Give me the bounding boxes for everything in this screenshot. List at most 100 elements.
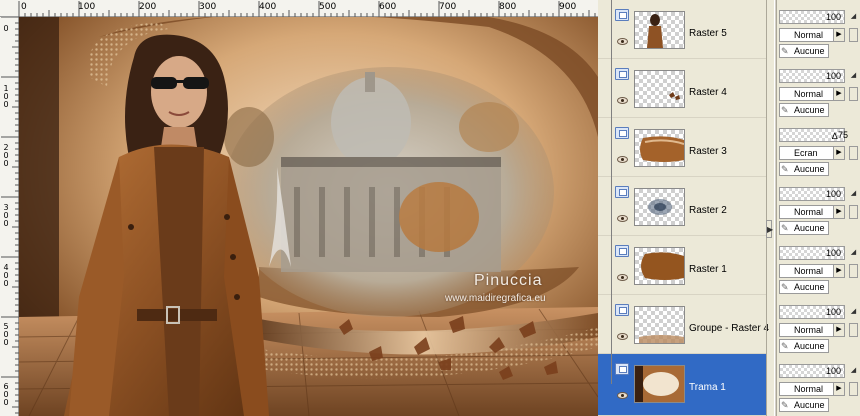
dropdown-arrow-icon[interactable]: ▶ xyxy=(833,383,844,395)
layer-row-raster-5[interactable]: Raster 5 xyxy=(598,0,766,59)
layer-row-raster-3[interactable]: Raster 3 xyxy=(598,118,766,177)
layer-row-trama-1[interactable]: Trama 1 xyxy=(598,354,766,416)
opacity-value: 75 xyxy=(837,130,848,140)
slider-handle-icon[interactable]: ◢ xyxy=(849,187,858,201)
layer-type-icon xyxy=(615,304,629,316)
lock-button[interactable] xyxy=(849,264,858,278)
eye-icon[interactable] xyxy=(617,156,628,163)
opacity-slider[interactable]: 100 xyxy=(779,69,845,83)
canvas-area[interactable]: 0 100 200 300 400 500 600 700 800 900 0 … xyxy=(0,0,598,416)
lock-button[interactable] xyxy=(849,28,858,42)
eye-icon[interactable] xyxy=(617,333,628,340)
layer-type-icon xyxy=(615,363,629,375)
mask-value: Aucune xyxy=(794,105,825,115)
blend-mode-value: Normal xyxy=(794,266,824,276)
mask-selector[interactable]: ✎ Aucune xyxy=(779,398,829,412)
slider-handle-icon[interactable]: ◢ xyxy=(849,10,858,24)
opacity-slider[interactable]: 100 xyxy=(779,246,845,260)
artwork-illustration xyxy=(18,9,598,416)
eye-icon[interactable] xyxy=(617,97,628,104)
mask-selector[interactable]: ✎ Aucune xyxy=(779,280,829,294)
blend-mode-value: Ecran xyxy=(794,148,818,158)
layer-props-raster-1: 100 ◢ Normal ▶ ✎ Aucune xyxy=(777,236,860,295)
slider-handle-icon[interactable]: ◢ xyxy=(849,69,858,83)
mask-selector[interactable]: ✎ Aucune xyxy=(779,339,829,353)
layer-row-raster-4[interactable]: Raster 4 xyxy=(598,59,766,118)
opacity-slider[interactable]: 100 xyxy=(779,305,845,319)
collapse-arrow-button[interactable]: ▶ xyxy=(766,220,774,238)
layer-type-icon xyxy=(615,127,629,139)
ruler-label: 200 xyxy=(3,143,9,168)
blend-mode-value: Normal xyxy=(794,89,824,99)
ruler-label: 600 xyxy=(3,382,9,407)
psp-workspace: 0 100 200 300 400 500 600 700 800 900 0 … xyxy=(0,0,860,416)
opacity-slider[interactable]: 100 xyxy=(779,10,845,24)
opacity-slider[interactable]: 100 xyxy=(779,364,845,378)
tree-line xyxy=(611,295,612,354)
dropdown-arrow-icon[interactable]: ▶ xyxy=(833,206,844,218)
watermark-url: www.maidiregrafica.eu xyxy=(445,293,546,304)
blend-mode-select[interactable]: Normal ▶ xyxy=(779,205,845,219)
dropdown-arrow-icon[interactable]: ▶ xyxy=(833,147,844,159)
layer-row-groupe-raster-4[interactable]: Groupe - Raster 4 xyxy=(598,295,769,354)
mask-value: Aucune xyxy=(794,223,825,233)
mask-selector[interactable]: ✎ Aucune xyxy=(779,103,829,117)
layer-list: Raster 5 Raster 4 Raster 3 Raster 2 Rast… xyxy=(598,0,769,416)
thumb-brown-arc xyxy=(640,136,684,162)
lock-button[interactable] xyxy=(849,323,858,337)
dropdown-arrow-icon[interactable]: ▶ xyxy=(833,29,844,41)
thumb-leaves-bottom xyxy=(639,335,684,343)
dropdown-arrow-icon[interactable]: ▶ xyxy=(833,265,844,277)
blend-mode-select[interactable]: Ecran ▶ xyxy=(779,146,845,160)
thumb-background xyxy=(635,366,684,402)
tree-line xyxy=(611,118,612,177)
layer-props-raster-3: ∆ 75 Ecran ▶ ✎ Aucune xyxy=(777,118,860,177)
ruler-label: 700 xyxy=(439,2,457,12)
ruler-label: 500 xyxy=(3,322,9,347)
chevron-right-icon: ▶ xyxy=(767,225,774,234)
opacity-slider[interactable]: 100 xyxy=(779,187,845,201)
tree-line xyxy=(611,177,612,236)
blend-mode-value: Normal xyxy=(794,207,824,217)
mask-selector[interactable]: ✎ Aucune xyxy=(779,221,829,235)
blend-mode-select[interactable]: Normal ▶ xyxy=(779,87,845,101)
dropdown-arrow-icon[interactable]: ▶ xyxy=(833,88,844,100)
tree-line xyxy=(611,236,612,295)
mask-selector[interactable]: ✎ Aucune xyxy=(779,44,829,58)
opacity-value: 100 xyxy=(825,71,841,81)
lock-button[interactable] xyxy=(849,205,858,219)
opacity-value: 100 xyxy=(825,12,841,22)
lock-button[interactable] xyxy=(849,87,858,101)
slider-handle-icon[interactable]: ◢ xyxy=(849,246,858,260)
brush-icon: ✎ xyxy=(781,400,789,410)
layer-props-raster-4: 100 ◢ Normal ▶ ✎ Aucune xyxy=(777,59,860,118)
slider-handle-icon[interactable]: ◢ xyxy=(849,305,858,319)
blend-mode-select[interactable]: Normal ▶ xyxy=(779,28,845,42)
ruler-vertical: 0 100 200 300 400 500 600 xyxy=(0,17,19,416)
eye-icon[interactable] xyxy=(617,38,628,45)
eye-icon[interactable] xyxy=(617,274,628,281)
layer-props-raster-2: 100 ◢ Normal ▶ ✎ Aucune xyxy=(777,177,860,236)
layer-thumbnail xyxy=(634,306,685,344)
ruler-label: 300 xyxy=(199,2,217,12)
ruler-label: 300 xyxy=(3,203,9,228)
slider-handle-icon[interactable]: ∆ xyxy=(832,131,838,141)
slider-handle-icon[interactable]: ◢ xyxy=(849,364,858,378)
dropdown-arrow-icon[interactable]: ▶ xyxy=(833,324,844,336)
layer-name: Raster 2 xyxy=(689,205,727,216)
mask-selector[interactable]: ✎ Aucune xyxy=(779,162,829,176)
blend-mode-select[interactable]: Normal ▶ xyxy=(779,382,845,396)
eye-icon[interactable] xyxy=(617,392,628,399)
artwork-image[interactable]: Pinuccia www.maidiregrafica.eu xyxy=(18,9,598,416)
blend-mode-value: Normal xyxy=(794,384,824,394)
lock-button[interactable] xyxy=(849,146,858,160)
eye-icon[interactable] xyxy=(617,215,628,222)
opacity-value: 100 xyxy=(825,248,841,258)
opacity-slider[interactable]: ∆ 75 xyxy=(779,128,848,142)
layer-row-raster-2[interactable]: Raster 2 xyxy=(598,177,766,236)
blend-mode-select[interactable]: Normal ▶ xyxy=(779,323,845,337)
layer-row-raster-1[interactable]: Raster 1 xyxy=(598,236,766,295)
layer-thumbnail xyxy=(634,188,685,226)
blend-mode-select[interactable]: Normal ▶ xyxy=(779,264,845,278)
lock-button[interactable] xyxy=(849,382,858,396)
